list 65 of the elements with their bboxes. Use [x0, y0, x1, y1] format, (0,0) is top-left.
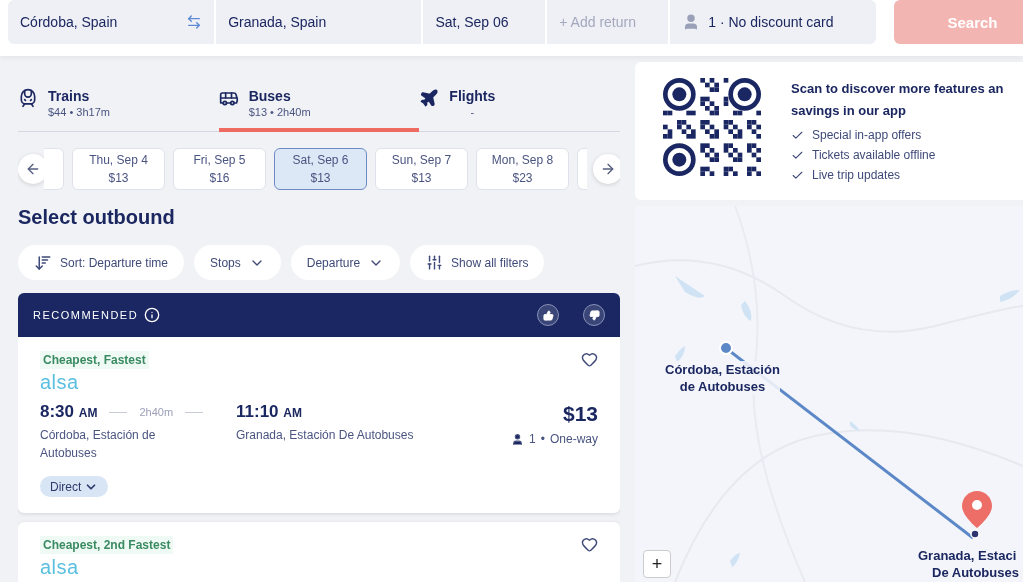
destination-marker [970, 529, 980, 539]
thumbs-down-icon [588, 309, 600, 321]
date-card[interactable]: Mon, Sep 8 $23 [476, 148, 569, 190]
operator-logo: alsa [40, 371, 80, 394]
plane-icon [419, 88, 440, 108]
date-card[interactable]: Thu, Sep 4 $13 [72, 148, 165, 190]
arrival-station: Granada, Estación De Autobuses [236, 427, 415, 444]
date-card[interactable]: Fri, Sep 5 $16 [173, 148, 266, 190]
date-field[interactable]: Sat, Sep 06 [423, 0, 546, 44]
page-heading: Select outbound [18, 206, 176, 229]
tab-summary: $44 • 3h17m [48, 106, 110, 118]
benefit-text: Live trip updates [812, 168, 901, 182]
date-card[interactable]: Sat, Sep 6 $13 [274, 148, 367, 190]
filter-button[interactable]: Stops [194, 245, 281, 280]
tab-title: Buses [248, 88, 292, 104]
benefit-text: Special in-app offers [812, 128, 922, 142]
tab-title: Flights [449, 88, 496, 104]
result-card[interactable]: Cheapest, Fastest alsa 8:30 AM 2h40m Córdoba, Estación de Autobuses 11:10 AM Granada, Estación De Autobuses $13 1 • One-way Direct [18, 337, 620, 513]
passengers-field[interactable]: 1 · No discount card [670, 0, 877, 44]
transport-tab[interactable]: Trains $44 • 3h17m [18, 84, 219, 132]
trip-duration: 2h40m [139, 406, 174, 418]
arrival-time: 11:10 AM [236, 402, 303, 422]
date-card[interactable]: Sun, Sep 7 $13 [375, 148, 468, 190]
result-tag: Cheapest, Fastest [40, 351, 149, 369]
departure-time: 8:30 AM [40, 402, 98, 422]
filter-button[interactable]: Show all filters [410, 245, 545, 280]
operator-logo: alsa [40, 556, 80, 579]
map-station-label: Córdoba, Estación [665, 361, 780, 378]
next-button[interactable] [593, 154, 620, 184]
passenger-count: 1 [529, 432, 536, 446]
zoom-in-button[interactable]: + [643, 550, 671, 578]
destination-field[interactable]: Granada, Spain [216, 0, 422, 44]
thumbs-down-button[interactable] [583, 304, 605, 326]
transport-tab[interactable]: Buses $13 • 2h40m [218, 84, 420, 132]
map-pin-icon [962, 491, 992, 528]
sliders-icon [426, 254, 444, 271]
thumbs-up-icon [542, 309, 554, 321]
result-card[interactable]: Cheapest, 2nd Fastest alsa [18, 522, 620, 582]
tab-summary: $13 • 2h40m [248, 106, 311, 118]
swap-icon[interactable] [186, 14, 203, 30]
departure-station: Córdoba, Estación de Autobuses [40, 427, 157, 462]
info-icon[interactable] [144, 307, 161, 323]
left-arrow-icon [25, 161, 41, 177]
sort-icon [34, 253, 52, 272]
tab-title: Trains [48, 88, 91, 104]
route-type-button[interactable]: Direct [40, 476, 109, 497]
recommended-label: RECOMMENDED [33, 309, 139, 321]
tab-summary: - [469, 106, 476, 118]
benefit-text: Tickets available offline [812, 148, 936, 162]
result-tag: Cheapest, 2nd Fastest [40, 536, 174, 554]
person-icon [511, 432, 525, 446]
origin-field[interactable]: Córdoba, Spain [8, 0, 215, 44]
filter-button[interactable]: Sort: Departure time [18, 245, 185, 280]
thumbs-up-button[interactable] [537, 304, 559, 326]
fare-type: One-way [549, 432, 598, 446]
promo-title: Scan to discover more features an [791, 80, 1004, 98]
heart-icon[interactable] [581, 536, 598, 553]
train-icon [18, 88, 38, 108]
origin-marker [719, 341, 733, 355]
price: $13 [562, 402, 598, 426]
separator-dot: • [540, 432, 545, 446]
promo-title: savings in our app [791, 102, 907, 120]
heart-icon[interactable] [581, 351, 598, 368]
filter-button[interactable]: Departure [290, 245, 401, 280]
transport-tab[interactable]: Flights - [419, 84, 620, 132]
